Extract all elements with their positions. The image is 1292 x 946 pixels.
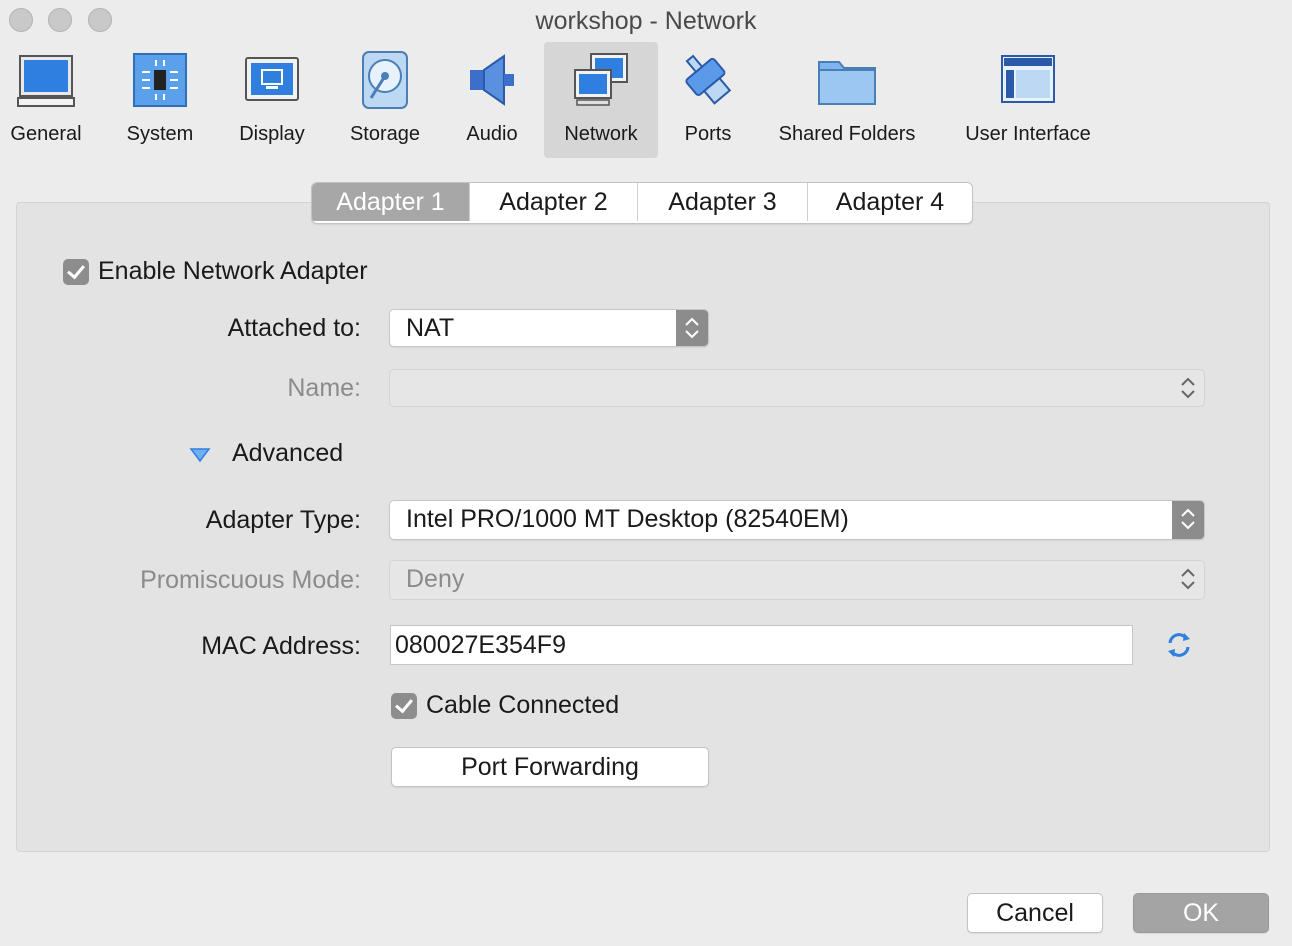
toolbar-label-ports: Ports xyxy=(684,123,732,145)
advanced-label[interactable]: Advanced xyxy=(232,439,343,468)
attached-to-stepper[interactable] xyxy=(676,310,708,346)
toolbar-item-general[interactable]: General xyxy=(0,42,92,158)
ok-button[interactable]: OK xyxy=(1133,893,1269,933)
network-icon xyxy=(574,53,628,106)
ports-icon xyxy=(685,54,732,105)
audio-icon xyxy=(470,54,514,106)
promiscuous-mode-label: Promiscuous Mode: xyxy=(140,566,361,594)
window-title: workshop - Network xyxy=(535,7,757,35)
tab-adapter-3[interactable]: Adapter 3 xyxy=(638,183,808,221)
toolbar-item-storage[interactable]: Storage xyxy=(336,42,434,158)
settings-toolbar: General System Display Storage Audio Net… xyxy=(0,42,1292,158)
adapter-tabs: Adapter 1 Adapter 2 Adapter 3 Adapter 4 xyxy=(311,182,973,224)
disclosure-triangle-icon[interactable] xyxy=(189,447,211,463)
promiscuous-mode-select[interactable]: Deny xyxy=(389,560,1205,600)
adapter-type-label: Adapter Type: xyxy=(205,506,361,534)
mac-address-field[interactable] xyxy=(390,625,1133,665)
promiscuous-mode-value: Deny xyxy=(406,565,465,593)
toolbar-label-shared-folders: Shared Folders xyxy=(778,123,916,145)
name-label: Name: xyxy=(287,374,361,402)
attached-to-label: Attached to: xyxy=(227,314,361,342)
title-bar: workshop - Network xyxy=(0,0,1292,42)
toolbar-label-audio: Audio xyxy=(466,123,518,145)
toolbar-label-network: Network xyxy=(564,123,638,145)
tab-adapter-4[interactable]: Adapter 4 xyxy=(808,183,972,221)
attached-to-value: NAT xyxy=(406,314,455,342)
chevron-updown-icon xyxy=(685,317,699,339)
tab-adapter-2[interactable]: Adapter 2 xyxy=(470,183,638,221)
toolbar-item-network[interactable]: Network xyxy=(544,42,658,158)
cable-connected-checkbox[interactable] xyxy=(391,693,417,719)
adapter-type-value: Intel PRO/1000 MT Desktop (82540EM) xyxy=(406,505,849,533)
toolbar-item-shared-folders[interactable]: Shared Folders xyxy=(768,42,926,158)
toolbar-item-audio[interactable]: Audio xyxy=(452,42,532,158)
display-icon xyxy=(245,57,299,101)
toolbar-label-system: System xyxy=(126,123,194,145)
promiscuous-mode-stepper[interactable] xyxy=(1172,561,1204,599)
general-icon xyxy=(17,55,75,107)
attached-to-select[interactable]: NAT xyxy=(389,309,709,347)
toolbar-item-display[interactable]: Display xyxy=(226,42,318,158)
refresh-mac-icon[interactable] xyxy=(1164,630,1194,660)
toolbar-item-system[interactable]: System xyxy=(112,42,208,158)
toolbar-label-storage: Storage xyxy=(349,123,421,145)
toolbar-item-ports[interactable]: Ports xyxy=(672,42,744,158)
enable-network-adapter-checkbox[interactable] xyxy=(63,259,89,285)
chevron-updown-icon xyxy=(1181,377,1195,399)
chevron-updown-icon xyxy=(1181,568,1195,590)
adapter-type-stepper[interactable] xyxy=(1172,501,1204,539)
chevron-updown-icon xyxy=(1181,508,1195,530)
system-icon xyxy=(133,53,187,107)
shared-folders-icon xyxy=(818,61,876,105)
storage-icon xyxy=(362,51,408,109)
port-forwarding-button[interactable]: Port Forwarding xyxy=(391,747,709,787)
mac-address-label: MAC Address: xyxy=(201,632,361,660)
name-stepper[interactable] xyxy=(1172,370,1204,406)
cable-connected-label: Cable Connected xyxy=(426,691,620,719)
user-interface-icon xyxy=(1001,55,1055,103)
name-select[interactable] xyxy=(389,369,1205,407)
cancel-button[interactable]: Cancel xyxy=(967,893,1103,933)
tab-adapter-1[interactable]: Adapter 1 xyxy=(312,183,470,221)
toolbar-label-user-interface: User Interface xyxy=(965,123,1091,145)
toolbar-label-general: General xyxy=(10,123,82,145)
toolbar-item-user-interface[interactable]: User Interface xyxy=(952,42,1104,158)
mac-address-input[interactable] xyxy=(391,626,1132,664)
toolbar-label-display: Display xyxy=(239,123,305,145)
adapter-type-select[interactable]: Intel PRO/1000 MT Desktop (82540EM) xyxy=(389,500,1205,540)
enable-network-adapter-label: Enable Network Adapter xyxy=(98,257,368,285)
